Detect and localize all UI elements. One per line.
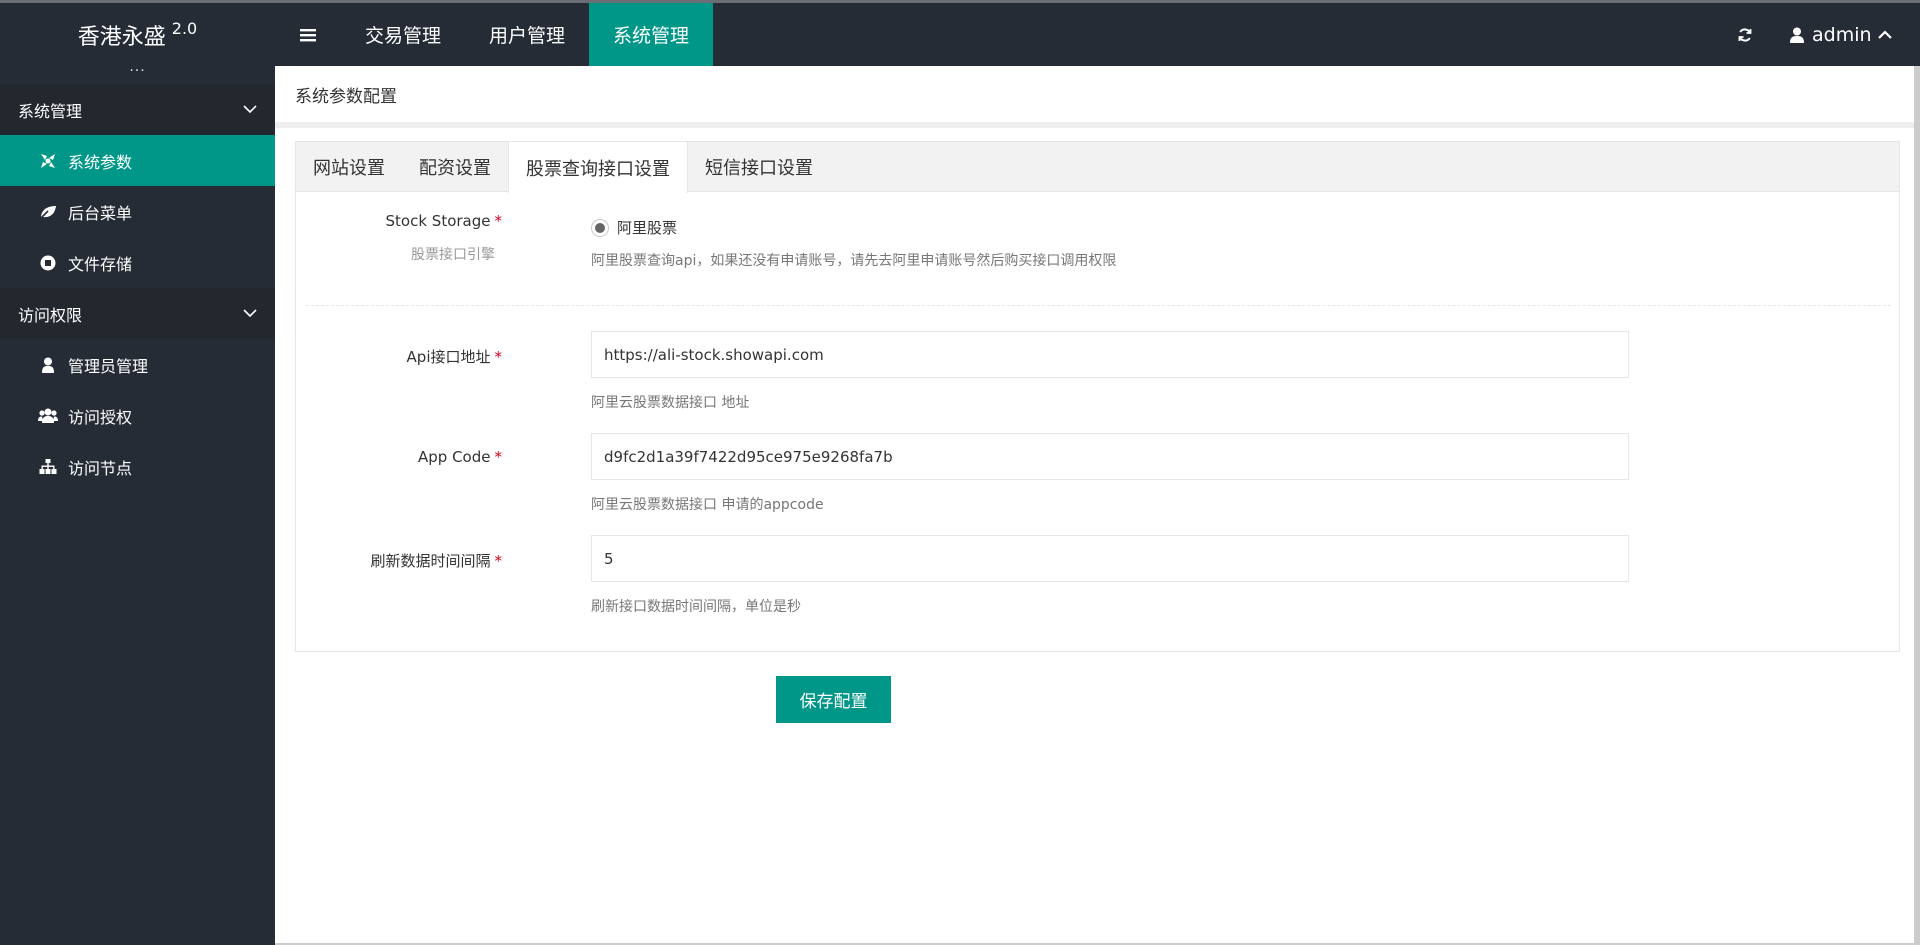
radio-ali-stock[interactable]: 阿里股票 <box>591 217 677 238</box>
leaf-icon <box>38 202 58 222</box>
circle-stop-icon <box>38 253 58 273</box>
nav-trade-management[interactable]: 交易管理 <box>341 3 465 66</box>
brand-logo[interactable]: 香港永盛 2.0 <box>0 3 275 66</box>
chevron-down-icon <box>243 105 257 114</box>
sidebar-item-access-auth[interactable]: 访问授权 <box>0 390 275 441</box>
users-icon <box>38 406 58 426</box>
nav-system-management[interactable]: 系统管理 <box>589 3 714 66</box>
field-label-text: Stock Storage <box>385 212 491 230</box>
section-divider <box>306 305 1891 306</box>
tab-bar: 网站设置 配资设置 股票查询接口设置 短信接口设置 <box>296 142 1899 193</box>
refresh-interval-label: 刷新数据时间间隔 * <box>370 550 502 571</box>
sidebar-item-label: 后台菜单 <box>68 203 133 223</box>
api-url-label: Api接口地址 * <box>407 346 502 367</box>
api-url-help: 阿里云股票数据接口 地址 <box>591 395 750 411</box>
field-label-text: Api接口地址 <box>406 348 491 366</box>
required-mark: * <box>494 552 503 570</box>
user-icon <box>1790 27 1804 43</box>
required-mark: * <box>494 212 503 230</box>
save-config-button[interactable]: 保存配置 <box>776 676 891 723</box>
brand-name: 香港永盛 <box>77 24 166 50</box>
main-content: 系统参数配置 网站设置 配资设置 股票查询接口设置 短信接口设置 Stock S… <box>275 66 1920 945</box>
sidebar-item-admin-menu[interactable]: 后台菜单 <box>0 186 275 237</box>
sidebar-group-label: 访问权限 <box>18 305 83 325</box>
stock-storage-sublabel: 股票接口引擎 <box>411 247 495 263</box>
chevron-up-icon <box>1877 29 1892 40</box>
field-label-text: App Code <box>418 448 491 466</box>
sidebar-item-label: 访问节点 <box>68 458 133 478</box>
sidebar-group-label: 系统管理 <box>18 101 83 121</box>
sidebar-handle[interactable]: ··· <box>0 64 275 84</box>
top-nav: 交易管理 用户管理 系统管理 <box>341 3 714 66</box>
page-title: 系统参数配置 <box>275 66 1914 128</box>
sidebar-item-label: 文件存储 <box>68 254 133 274</box>
api-url-input[interactable] <box>591 331 1629 378</box>
radio-label: 阿里股票 <box>617 219 678 237</box>
sidebar-group-access[interactable]: 访问权限 <box>0 288 275 339</box>
required-mark: * <box>494 448 503 466</box>
config-card: 网站设置 配资设置 股票查询接口设置 短信接口设置 Stock Storage *… <box>295 141 1900 652</box>
sidebar-group-system[interactable]: 系统管理 <box>0 84 275 135</box>
nav-user-management[interactable]: 用户管理 <box>465 3 589 66</box>
top-navbar: 香港永盛 2.0 交易管理 用户管理 系统管理 admin <box>0 0 1920 66</box>
tab-sms-api-settings[interactable]: 短信接口设置 <box>688 142 830 192</box>
sidebar-item-label: 管理员管理 <box>68 356 149 376</box>
required-mark: * <box>494 348 503 366</box>
refresh-interval-help: 刷新接口数据时间间隔，单位是秒 <box>591 599 801 615</box>
tab-margin-settings[interactable]: 配资设置 <box>402 142 508 192</box>
hamburger-icon <box>300 28 316 41</box>
sidebar: ··· 系统管理 系统参数 后台菜单 文件存储 访问权限 管理员管理 访问授权 … <box>0 64 275 945</box>
tab-stock-api-settings[interactable]: 股票查询接口设置 <box>508 142 688 193</box>
field-label-text: 刷新数据时间间隔 <box>370 552 491 570</box>
user-icon <box>38 355 58 375</box>
settings-icon <box>38 151 58 171</box>
user-name: admin <box>1812 23 1872 46</box>
menu-toggle-button[interactable] <box>275 3 341 66</box>
stock-storage-label: Stock Storage * <box>386 212 502 230</box>
app-code-label: App Code * <box>418 448 502 466</box>
sidebar-item-label: 访问授权 <box>68 407 133 427</box>
brand-version: 2.0 <box>171 19 198 38</box>
sidebar-item-label: 系统参数 <box>68 152 133 172</box>
sidebar-item-access-nodes[interactable]: 访问节点 <box>0 441 275 492</box>
refresh-interval-input[interactable] <box>591 535 1629 582</box>
sidebar-item-file-storage[interactable]: 文件存储 <box>0 237 275 288</box>
radio-selected-icon <box>591 218 609 237</box>
app-code-help: 阿里云股票数据接口 申请的appcode <box>591 497 824 513</box>
app-code-input[interactable] <box>591 433 1629 480</box>
refresh-icon <box>1738 27 1752 42</box>
sidebar-item-admin-management[interactable]: 管理员管理 <box>0 339 275 390</box>
refresh-button[interactable] <box>1723 3 1767 66</box>
sidebar-item-system-params[interactable]: 系统参数 <box>0 135 275 186</box>
stock-storage-help: 阿里股票查询api，如果还没有申请账号，请先去阿里申请账号然后购买接口调用权限 <box>591 253 1117 269</box>
chevron-down-icon <box>243 309 257 318</box>
sitemap-icon <box>38 457 58 477</box>
tab-website-settings[interactable]: 网站设置 <box>296 142 402 192</box>
user-menu[interactable]: admin <box>1790 3 1892 66</box>
